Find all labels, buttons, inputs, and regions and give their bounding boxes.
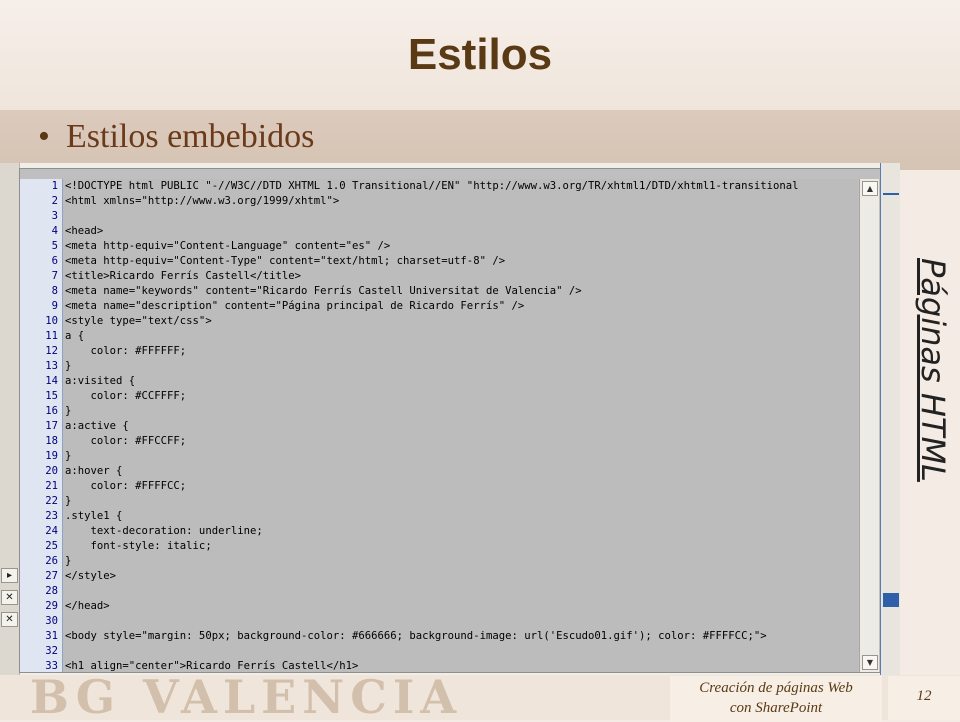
line-number: 32 — [45, 645, 58, 657]
code-line[interactable]: a:visited { — [65, 374, 135, 389]
code-editor[interactable]: 1 2 3 4 5 6 7 8 9 10 11 12 13 14 15 16 17 18 19 20 21 22 23 24 2… — [19, 168, 881, 673]
code-line[interactable]: <head> — [65, 224, 103, 239]
line-number: 21 — [45, 480, 58, 492]
vertical-scrollbar[interactable]: ▲ ▼ — [859, 179, 879, 672]
code-line[interactable]: color: #CCFFFF; — [65, 389, 187, 404]
line-number: 8 — [51, 285, 58, 297]
bullet-text: Estilos embebidos — [66, 118, 315, 155]
side-title: Páginas HTML — [914, 258, 952, 482]
code-line[interactable]: a:hover { — [65, 464, 122, 479]
code-line[interactable]: <style type="text/css"> — [65, 314, 212, 329]
code-line[interactable]: <meta name="description" content="Página… — [65, 299, 524, 314]
code-line[interactable]: </style> — [65, 569, 116, 584]
code-line[interactable]: font-style: italic; — [65, 539, 212, 554]
line-number: 22 — [45, 495, 58, 507]
line-number: 7 — [51, 270, 58, 282]
code-line[interactable]: <h1 align="center">Ricardo Ferrís Castel… — [65, 659, 358, 674]
scroll-down-icon[interactable]: ▼ — [862, 655, 878, 670]
line-number: 33 — [45, 660, 58, 672]
line-number: 10 — [45, 315, 58, 327]
slide-title: Estilos — [407, 30, 553, 79]
code-line[interactable]: <meta name="keywords" content="Ricardo F… — [65, 284, 582, 299]
line-number: 26 — [45, 555, 58, 567]
code-line[interactable]: } — [65, 494, 71, 509]
close-icon[interactable]: ✕ — [1, 590, 18, 605]
code-line[interactable]: } — [65, 404, 71, 419]
line-number: 3 — [51, 210, 58, 222]
code-line[interactable]: a { — [65, 329, 84, 344]
line-number: 14 — [45, 375, 58, 387]
code-line[interactable]: } — [65, 554, 71, 569]
line-number: 4 — [51, 225, 58, 237]
code-line[interactable]: color: #FFCCFF; — [65, 434, 187, 449]
line-number: 30 — [45, 615, 58, 627]
line-number: 31 — [45, 630, 58, 642]
footer-line-2: con SharePoint — [729, 700, 823, 716]
footer-course-note: Creación de páginas Web con SharePoint — [670, 676, 882, 722]
close-icon[interactable]: ✕ — [1, 612, 18, 627]
code-line[interactable]: <title>Ricardo Ferrís Castell</title> — [65, 269, 301, 284]
code-line[interactable]: <body style="margin: 50px; background-co… — [65, 629, 767, 644]
expand-icon[interactable]: ▸ — [1, 568, 18, 583]
line-number: 6 — [51, 255, 58, 267]
right-panel-strip — [880, 163, 900, 675]
code-area[interactable]: <!DOCTYPE html PUBLIC "-//W3C//DTD XHTML… — [63, 179, 858, 672]
line-number: 12 — [45, 345, 58, 357]
panel-divider — [883, 193, 899, 195]
bullet-row: • Estilos embebidos — [38, 118, 314, 156]
panel-header — [883, 593, 899, 607]
left-panel-strip: ▸ ✕ ✕ — [0, 163, 20, 675]
line-number: 28 — [45, 585, 58, 597]
line-number: 16 — [45, 405, 58, 417]
line-number: 23 — [45, 510, 58, 522]
line-number-gutter: 1 2 3 4 5 6 7 8 9 10 11 12 13 14 15 16 17 18 19 20 21 22 23 24 2… — [20, 179, 63, 672]
line-number: 9 — [51, 300, 58, 312]
code-line[interactable]: <meta http-equiv="Content-Language" cont… — [65, 239, 390, 254]
code-line[interactable]: } — [65, 359, 71, 374]
line-number: 20 — [45, 465, 58, 477]
page-number: 12 — [888, 676, 960, 720]
code-line[interactable]: .style1 { — [65, 509, 122, 524]
line-number: 1 — [51, 180, 58, 192]
line-number: 18 — [45, 435, 58, 447]
bullet-dot-icon: • — [38, 118, 50, 155]
line-number: 5 — [51, 240, 58, 252]
line-number: 25 — [45, 540, 58, 552]
line-number: 19 — [45, 450, 58, 462]
code-line[interactable]: <!DOCTYPE html PUBLIC "-//W3C//DTD XHTML… — [65, 179, 798, 194]
editor-screenshot: ▸ ✕ ✕ 1 2 3 4 5 6 7 8 9 10 11 12 13 14 15 16 17 18 19 20 21 2… — [0, 163, 900, 675]
code-line[interactable]: a:active { — [65, 419, 129, 434]
line-number: 24 — [45, 525, 58, 537]
code-line[interactable]: </head> — [65, 599, 110, 614]
code-line[interactable]: <html xmlns="http://www.w3.org/1999/xhtm… — [65, 194, 339, 209]
code-line[interactable]: text-decoration: underline; — [65, 524, 263, 539]
line-number: 29 — [45, 600, 58, 612]
code-line[interactable]: } — [65, 449, 71, 464]
line-number: 13 — [45, 360, 58, 372]
code-line[interactable]: color: #FFFFFF; — [65, 344, 187, 359]
line-number: 11 — [45, 330, 58, 342]
line-number: 15 — [45, 390, 58, 402]
code-line[interactable]: color: #FFFFCC; — [65, 479, 187, 494]
footer-line-1: Creación de páginas Web — [699, 680, 853, 696]
line-number: 27 — [45, 570, 58, 582]
line-number: 17 — [45, 420, 58, 432]
scroll-up-icon[interactable]: ▲ — [862, 181, 878, 196]
line-number: 2 — [51, 195, 58, 207]
university-logo: BG VALENCIA — [30, 675, 463, 720]
code-line[interactable]: <meta http-equiv="Content-Type" content=… — [65, 254, 505, 269]
